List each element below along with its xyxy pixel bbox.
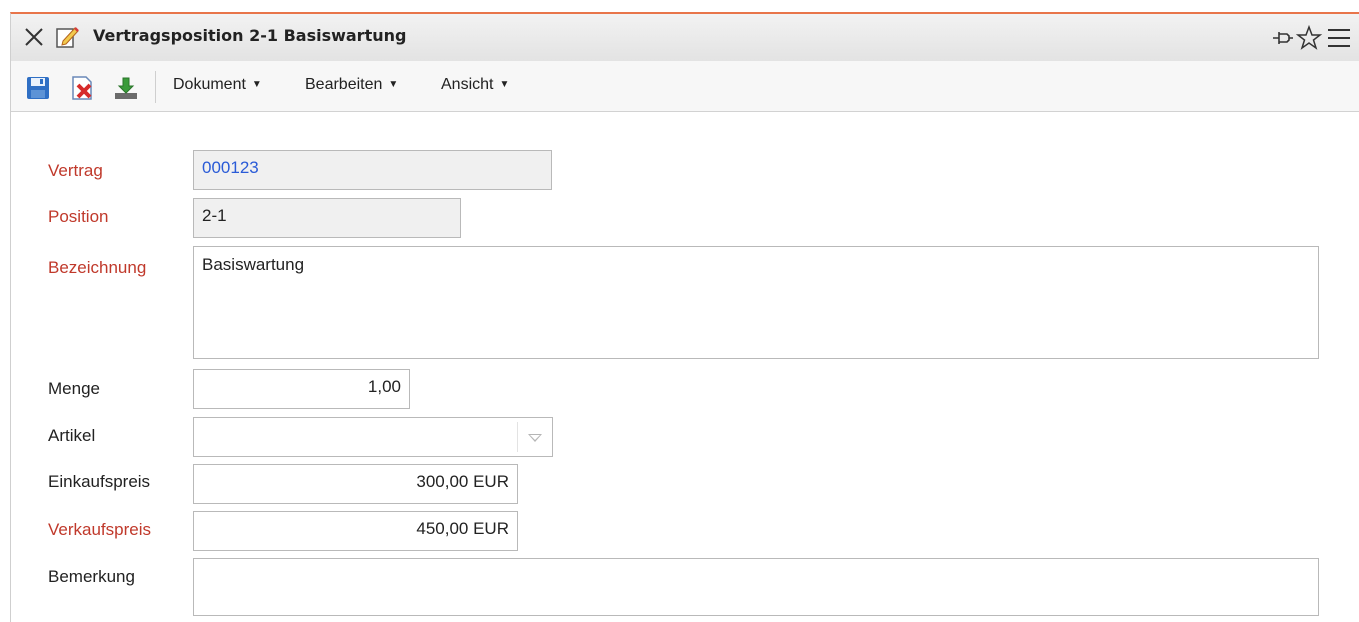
menge-label: Menge <box>48 379 100 398</box>
menu-ansicht-label: Ansicht <box>441 76 494 93</box>
vertrag-field[interactable]: 000123 <box>193 150 552 190</box>
save-icon[interactable] <box>25 75 51 101</box>
pin-icon[interactable] <box>1267 24 1295 52</box>
delete-icon[interactable] <box>69 75 95 101</box>
menge-field[interactable]: 1,00 <box>193 369 410 409</box>
toolbar-separator <box>155 71 156 103</box>
chevron-down-icon: ▼ <box>499 79 510 90</box>
verkaufspreis-label: Verkaufspreis <box>48 520 151 539</box>
hamburger-menu-icon[interactable] <box>1325 24 1353 52</box>
title-bar: Vertragsposition 2-1 Basiswartung <box>11 14 1359 62</box>
artikel-label: Artikel <box>48 426 96 445</box>
menu-dokument[interactable]: Dokument ▼ <box>173 76 262 94</box>
menu-dokument-label: Dokument <box>173 76 246 93</box>
einkaufspreis-label: Einkaufspreis <box>48 472 151 491</box>
position-field[interactable]: 2-1 <box>193 198 461 238</box>
menu-bearbeiten[interactable]: Bearbeiten ▼ <box>305 76 398 94</box>
chevron-down-icon: ▼ <box>251 79 262 90</box>
document-window: Vertragsposition 2-1 Basiswartung Dokume… <box>10 12 1359 622</box>
verkaufspreis-field[interactable]: 450,00 EUR <box>193 511 518 551</box>
menu-ansicht[interactable]: Ansicht ▼ <box>441 76 509 94</box>
menu-bearbeiten-label: Bearbeiten <box>305 76 383 93</box>
window-title: Vertragsposition 2-1 Basiswartung <box>93 26 407 45</box>
bezeichnung-label: Bezeichnung <box>48 258 147 277</box>
bemerkung-label: Bemerkung <box>48 567 135 586</box>
bezeichnung-textarea[interactable]: Basiswartung <box>193 246 1319 359</box>
star-icon[interactable] <box>1295 24 1323 52</box>
chevron-down-icon[interactable] <box>528 434 542 442</box>
artikel-select[interactable] <box>193 417 553 457</box>
einkaufspreis-field[interactable]: 300,00 EUR <box>193 464 518 504</box>
position-label: Position <box>48 207 109 226</box>
edit-document-icon <box>56 27 79 48</box>
toolbar: Dokument ▼ Bearbeiten ▼ Ansicht ▼ <box>11 61 1359 112</box>
download-icon[interactable] <box>113 75 139 101</box>
bemerkung-textarea[interactable] <box>193 558 1319 616</box>
chevron-down-icon: ▼ <box>388 79 399 90</box>
close-icon[interactable] <box>23 26 45 48</box>
select-divider <box>517 422 518 452</box>
vertrag-label: Vertrag <box>48 161 103 180</box>
